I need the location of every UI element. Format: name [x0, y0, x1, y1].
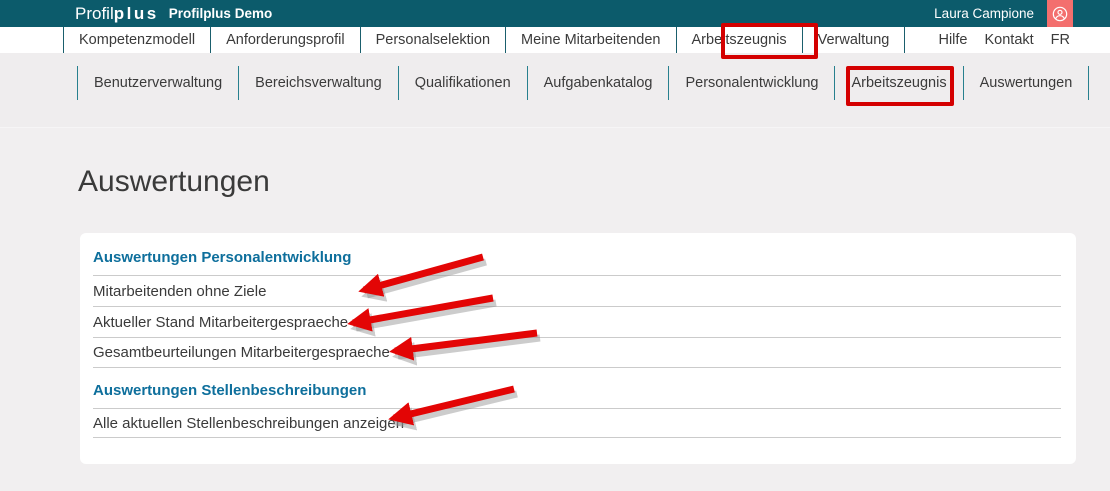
page-title: Auswertungen — [78, 165, 270, 198]
main-content: Auswertungen Auswertungen Personalentwic… — [0, 128, 1110, 491]
subnav-item-auswertungen[interactable]: Auswertungen — [962, 66, 1090, 100]
nav-item-anforderungsprofil[interactable]: Anforderungsprofil — [210, 27, 360, 53]
section-heading-personalentwicklung: Auswertungen Personalentwicklung — [93, 233, 1061, 276]
app-name: Profilplus Demo — [168, 6, 273, 21]
section-heading-stellenbeschreibungen: Auswertungen Stellenbeschreibungen — [93, 368, 1061, 409]
language-switch-fr[interactable]: FR — [1051, 32, 1070, 48]
report-link-aktueller-stand[interactable]: Aktueller Stand Mitarbeitergespraeche — [93, 307, 1061, 338]
section-heading-text: Auswertungen Personalentwicklung — [93, 249, 352, 266]
brand-logo-bold: plus — [113, 4, 159, 23]
nav-item-verwaltung[interactable]: Verwaltung — [801, 27, 906, 53]
brand-logo[interactable]: Profilplus — [75, 0, 159, 27]
report-link-alle-stellenbeschreibungen[interactable]: Alle aktuellen Stellenbeschreibungen anz… — [93, 409, 1061, 438]
brand-logo-light: Profil — [75, 4, 114, 23]
subnav-items: Benutzerverwaltung Bereichsverwaltung Qu… — [77, 53, 1110, 100]
account-menu-button[interactable] — [1047, 0, 1073, 27]
subnav-item-arbeitszeugnis[interactable]: Arbeitszeugnis — [834, 66, 962, 100]
subnav-item-bereichsverwaltung[interactable]: Bereichsverwaltung — [238, 66, 398, 100]
nav-right-links: Hilfe Kontakt FR — [938, 27, 1110, 53]
nav-item-meine-mitarbeitenden[interactable]: Meine Mitarbeitenden — [505, 27, 675, 53]
account-circle-icon — [1052, 6, 1068, 22]
section-heading-text: Auswertungen Stellenbeschreibungen — [93, 382, 367, 399]
subnav-item-benutzerverwaltung[interactable]: Benutzerverwaltung — [77, 66, 238, 100]
help-link[interactable]: Hilfe — [938, 32, 967, 48]
nav-item-arbeitszeugnis[interactable]: Arbeitszeugnis — [675, 27, 802, 53]
contact-link[interactable]: Kontakt — [984, 32, 1033, 48]
subnav-item-personalentwicklung[interactable]: Personalentwicklung — [668, 66, 834, 100]
report-link-mitarbeitende-ohne-ziele[interactable]: Mitarbeitenden ohne Ziele — [93, 276, 1061, 307]
main-nav: Kompetenzmodell Anforderungsprofil Perso… — [0, 27, 1110, 53]
main-nav-items: Kompetenzmodell Anforderungsprofil Perso… — [63, 27, 906, 53]
app-header: Profilplus Profilplus Demo Laura Campion… — [0, 0, 1110, 27]
report-link-gesamtbeurteilungen[interactable]: Gesamtbeurteilungen Mitarbeitergespraech… — [93, 338, 1061, 368]
nav-item-kompetenzmodell[interactable]: Kompetenzmodell — [63, 27, 210, 53]
verwaltung-subnav: Benutzerverwaltung Bereichsverwaltung Qu… — [0, 53, 1110, 128]
auswertungen-card: Auswertungen Personalentwicklung Mitarbe… — [80, 233, 1076, 464]
subnav-item-aufgabenkatalog[interactable]: Aufgabenkatalog — [526, 66, 669, 100]
user-name: Laura Campione — [934, 6, 1034, 21]
subnav-item-qualifikationen[interactable]: Qualifikationen — [397, 66, 527, 100]
nav-item-personalselektion[interactable]: Personalselektion — [359, 27, 505, 53]
